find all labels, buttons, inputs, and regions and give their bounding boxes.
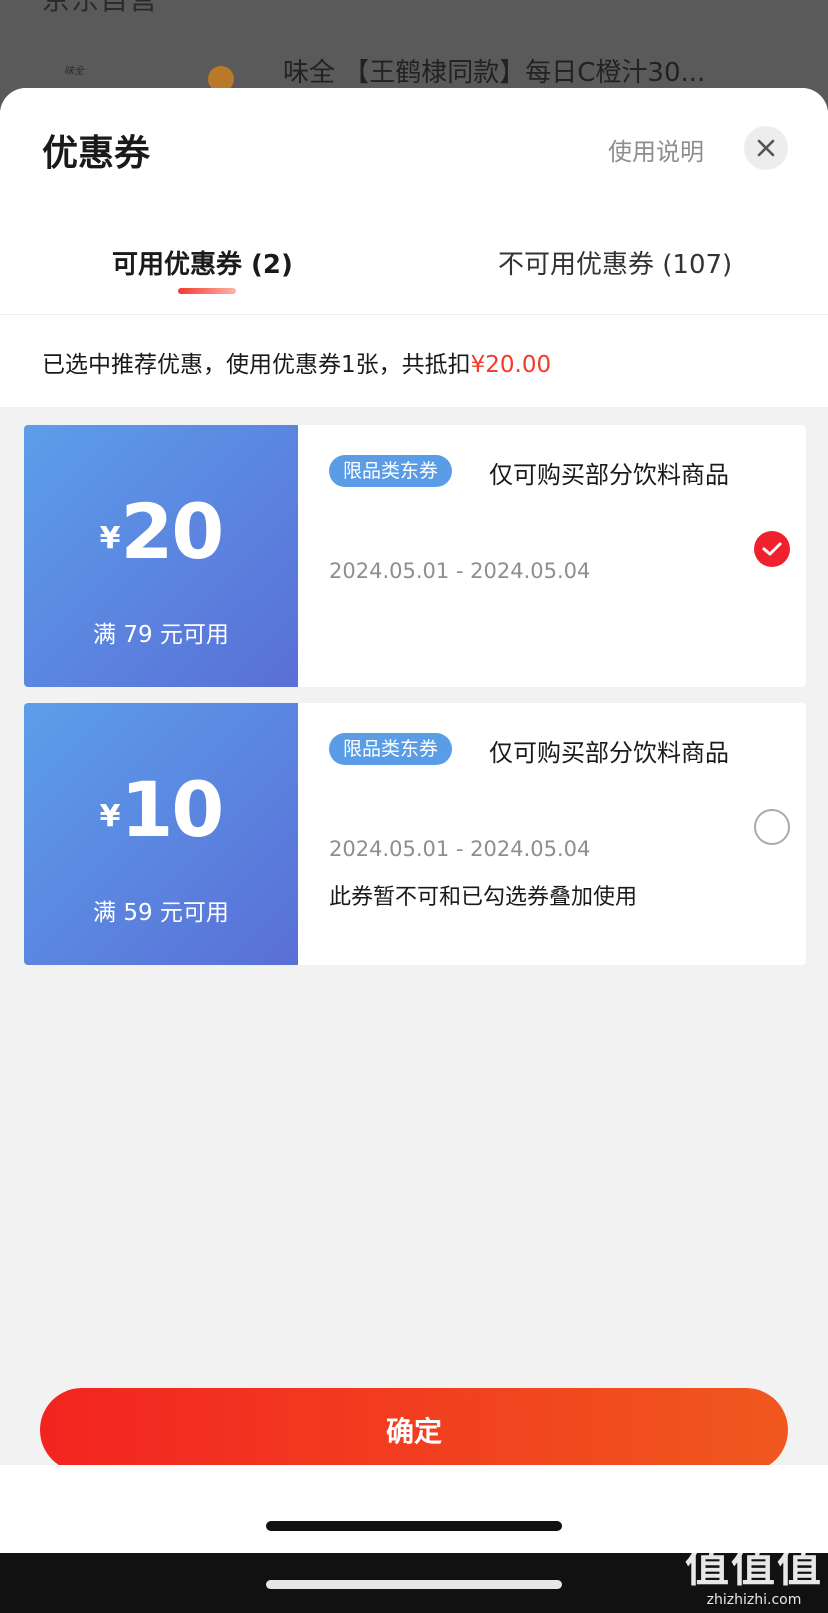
watermark: 值值值 zhizhizhi.com <box>680 1530 828 1608</box>
coupon-sheet: 优惠券 使用说明 可用优惠券 (2) 不可用优惠券 (107) 已选中推荐优惠，… <box>0 88 828 1553</box>
tab-unavailable-coupons[interactable]: 不可用优惠券 (107) <box>498 244 732 281</box>
discount-summary-bar: 已选中推荐优惠，使用优惠券1张，共抵扣¥20.00 <box>0 314 828 407</box>
confirm-button[interactable]: 确定 <box>40 1388 788 1472</box>
coupon-value-panel: ¥20 满 79 元可用 <box>24 425 298 687</box>
coupon-amount: ¥10 <box>24 765 298 854</box>
coupon-validity: 2024.05.01 - 2024.05.04 <box>329 837 591 861</box>
close-icon <box>757 139 775 157</box>
coupon-description: 仅可购买部分饮料商品 <box>489 461 729 489</box>
coupon-unselected-radio[interactable] <box>754 809 790 845</box>
summary-text: 已选中推荐优惠，使用优惠券1张，共抵扣 <box>42 352 471 378</box>
coupon-condition: 满 59 元可用 <box>93 900 229 926</box>
coupon-selected-checkbox[interactable] <box>754 531 790 567</box>
product-thumbnail: 味全 <box>60 52 234 92</box>
background-shop-name: 京东自营 <box>42 0 158 18</box>
watermark-logo: 值值值 <box>685 1541 823 1592</box>
coupon-amount-value: 20 <box>120 487 225 576</box>
coupon-amount-value: 10 <box>120 765 225 854</box>
coupon-validity: 2024.05.01 - 2024.05.04 <box>329 559 591 583</box>
coupon-card[interactable]: ¥10 满 59 元可用 限品类东券 仅可购买部分饮料商品 2024.05.01… <box>24 703 806 965</box>
sheet-title: 优惠券 <box>42 133 151 174</box>
currency-symbol: ¥ <box>99 521 121 556</box>
coupon-card[interactable]: ¥20 满 79 元可用 限品类东券 仅可购买部分饮料商品 2024.05.01… <box>24 425 806 687</box>
coupon-stack-note: 此券暂不可和已勾选券叠加使用 <box>329 885 638 910</box>
coupon-amount: ¥20 <box>24 487 298 576</box>
home-indicator <box>266 1521 562 1531</box>
coupon-value-panel: ¥10 满 59 元可用 <box>24 703 298 965</box>
sheet-header: 优惠券 使用说明 可用优惠券 (2) 不可用优惠券 (107) <box>0 88 828 314</box>
watermark-url: zhizhizhi.com <box>706 1592 802 1608</box>
product-logo: 味全 <box>64 66 84 77</box>
close-button[interactable] <box>744 126 788 170</box>
discount-summary: 已选中推荐优惠，使用优惠券1张，共抵扣¥20.00 <box>42 345 551 379</box>
background-product-title: 味全 【王鹤棣同款】每日C橙汁30... <box>283 58 706 88</box>
summary-amount: ¥20.00 <box>470 352 552 378</box>
coupon-description: 仅可购买部分饮料商品 <box>489 739 729 767</box>
usage-instructions-link[interactable]: 使用说明 <box>608 132 704 167</box>
checkmark-icon <box>762 542 782 556</box>
coupon-condition: 满 79 元可用 <box>93 622 229 648</box>
tab-available-coupons[interactable]: 可用优惠券 (2) <box>112 244 293 281</box>
currency-symbol: ¥ <box>99 799 121 834</box>
secondary-home-indicator <box>266 1580 562 1589</box>
active-tab-indicator <box>178 288 236 294</box>
